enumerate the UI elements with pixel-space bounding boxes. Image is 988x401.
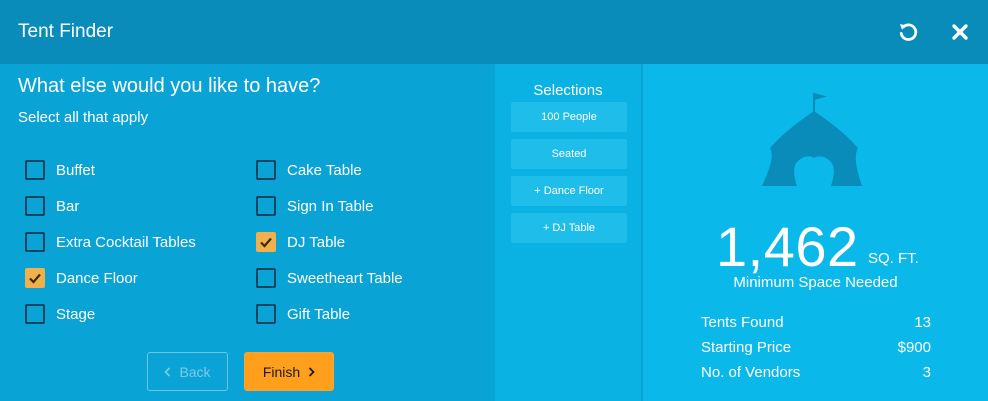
stat-value: 3 xyxy=(922,364,931,381)
option-label: Sign In Table xyxy=(287,197,374,215)
checkbox[interactable] xyxy=(256,232,276,252)
selection-chip[interactable]: + Dance Floor xyxy=(511,176,627,206)
option-bar[interactable]: Bar xyxy=(25,194,79,218)
option-label: Bar xyxy=(56,197,80,215)
tent-icon xyxy=(762,93,862,186)
option-label: Extra Cocktail Tables xyxy=(56,233,196,251)
chevron-left-icon xyxy=(164,364,171,380)
back-button-label: Back xyxy=(179,363,211,380)
summary-pane: 1,462 SQ. FT. Minimum Space Needed Tents… xyxy=(643,64,988,401)
tent-finder-window: Tent Finder What else would you like to … xyxy=(0,0,988,401)
checkbox[interactable] xyxy=(256,196,276,216)
selection-chip[interactable]: Seated xyxy=(511,139,627,169)
chevron-right-icon xyxy=(308,364,315,380)
area-unit: SQ. FT. xyxy=(868,250,919,267)
stat-starting-price: Starting Price $900 xyxy=(701,339,931,359)
option-label: Cake Table xyxy=(287,161,362,179)
option-extra-cocktail-tables[interactable]: Extra Cocktail Tables xyxy=(25,230,196,254)
checkbox[interactable] xyxy=(25,232,45,252)
checkbox[interactable] xyxy=(256,160,276,180)
stat-tents-found: Tents Found 13 xyxy=(701,314,931,334)
checkbox[interactable] xyxy=(25,304,45,324)
stat-value: $900 xyxy=(897,339,931,356)
back-button[interactable]: Back xyxy=(147,352,228,391)
selections-pane: Selections 100 People Seated + Dance Flo… xyxy=(495,64,641,401)
option-stage[interactable]: Stage xyxy=(25,302,95,326)
option-dj-table[interactable]: DJ Table xyxy=(256,230,345,254)
close-button[interactable] xyxy=(946,18,974,46)
option-sweetheart-table[interactable]: Sweetheart Table xyxy=(256,266,403,290)
question-subtitle: Select all that apply xyxy=(18,109,149,126)
stat-label: Tents Found xyxy=(701,314,784,331)
selection-chip[interactable]: + DJ Table xyxy=(511,213,627,243)
selections-title: Selections xyxy=(533,82,603,99)
close-icon xyxy=(952,24,968,40)
stat-vendors: No. of Vendors 3 xyxy=(701,364,931,384)
option-label: DJ Table xyxy=(287,233,346,251)
checkbox[interactable] xyxy=(256,268,276,288)
area-label: Minimum Space Needed xyxy=(733,274,898,291)
option-label: Stage xyxy=(56,305,96,323)
option-label: Gift Table xyxy=(287,305,351,323)
stat-value: 13 xyxy=(914,314,931,331)
option-gift-table[interactable]: Gift Table xyxy=(256,302,350,326)
option-cake-table[interactable]: Cake Table xyxy=(256,158,362,182)
option-dance-floor[interactable]: Dance Floor xyxy=(25,266,138,290)
option-label: Dance Floor xyxy=(56,269,138,287)
app-title: Tent Finder xyxy=(18,21,114,42)
reset-button[interactable] xyxy=(894,18,922,46)
finish-button[interactable]: Finish xyxy=(244,352,334,391)
checkmark-icon xyxy=(29,273,41,284)
checkbox[interactable] xyxy=(25,268,45,288)
checkbox[interactable] xyxy=(256,304,276,324)
finish-button-label: Finish xyxy=(262,363,301,380)
option-sign-in-table[interactable]: Sign In Table xyxy=(256,194,373,218)
stat-label: Starting Price xyxy=(701,339,792,356)
checkbox[interactable] xyxy=(25,196,45,216)
checkmark-icon xyxy=(260,237,272,248)
question-pane: What else would you like to have? Select… xyxy=(2,64,495,401)
title-bar: Tent Finder xyxy=(0,0,988,64)
area-value: 1,462 xyxy=(716,215,859,278)
option-label: Buffet xyxy=(56,161,95,179)
question-title: What else would you like to have? xyxy=(18,75,321,97)
option-buffet[interactable]: Buffet xyxy=(25,158,95,182)
reset-icon xyxy=(899,23,918,41)
option-label: Sweetheart Table xyxy=(287,269,403,287)
selection-chip[interactable]: 100 People xyxy=(511,102,627,132)
checkbox[interactable] xyxy=(25,160,45,180)
stat-label: No. of Vendors xyxy=(701,364,801,381)
